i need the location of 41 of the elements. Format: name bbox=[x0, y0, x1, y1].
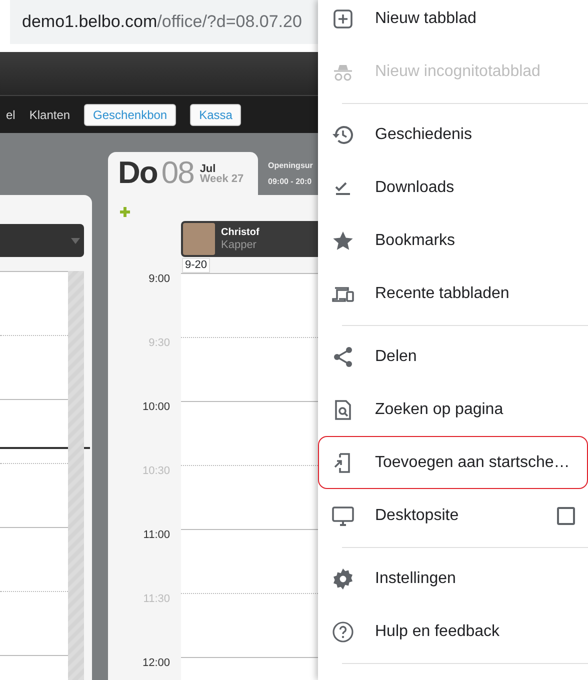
time-label: 11:30 bbox=[143, 592, 170, 607]
time-label: 10:30 bbox=[142, 464, 170, 479]
menu-item[interactable]: Nieuw tabblad bbox=[318, 0, 588, 45]
menu-item[interactable]: Delen bbox=[318, 330, 588, 383]
week-number: Week 27 bbox=[200, 174, 244, 184]
menu-item[interactable]: Geschiedenis bbox=[318, 108, 588, 161]
menu-item[interactable]: Bookmarks bbox=[318, 214, 588, 267]
plus-square-icon bbox=[331, 6, 355, 30]
time-label: 9:00 bbox=[148, 272, 170, 287]
address-bar[interactable]: demo1.belbo.com/office/?d=08.07.20 bbox=[10, 0, 318, 44]
month: Jul bbox=[200, 164, 216, 174]
opening-title: Openingsur bbox=[268, 160, 313, 172]
day-number: 08 bbox=[161, 154, 194, 192]
menu-item[interactable]: Toevoegen aan startsche… bbox=[318, 436, 588, 489]
menu-item[interactable]: Recente tabbladen bbox=[318, 267, 588, 320]
menu-item[interactable]: Downloads bbox=[318, 161, 588, 214]
share-icon bbox=[331, 344, 355, 368]
photo-placeholder bbox=[183, 223, 215, 255]
staff-role: Kapper bbox=[221, 238, 258, 252]
time-label: 11:00 bbox=[143, 528, 170, 543]
time-label: 9:30 bbox=[148, 336, 170, 351]
nav-link[interactable]: Klanten bbox=[29, 106, 70, 124]
caret-icon bbox=[71, 238, 80, 244]
menu-item[interactable]: Zoeken op pagina bbox=[318, 383, 588, 436]
menu-item[interactable]: Desktopsite bbox=[318, 489, 588, 542]
nav-link[interactable]: el bbox=[6, 106, 16, 124]
opening-hours: 09:00 - 20:0 bbox=[268, 176, 313, 188]
staff-header[interactable]: Christof Kapper bbox=[181, 221, 318, 257]
time-label: 12:00 bbox=[142, 656, 170, 671]
menu-item[interactable]: Instellingen bbox=[318, 552, 588, 605]
staff-name: Christof bbox=[221, 226, 260, 238]
working-hours: 9-20 bbox=[182, 258, 210, 273]
menu-item[interactable]: Hulp en feedback bbox=[318, 605, 588, 658]
checkbox[interactable] bbox=[557, 506, 575, 524]
time-label: 10:00 bbox=[142, 400, 170, 415]
help-icon bbox=[331, 620, 355, 644]
plus-icon[interactable] bbox=[120, 207, 130, 217]
monitor-icon bbox=[331, 504, 355, 528]
weekday: Do bbox=[118, 154, 158, 192]
settings-icon bbox=[331, 566, 355, 590]
download-done-icon bbox=[335, 180, 351, 194]
